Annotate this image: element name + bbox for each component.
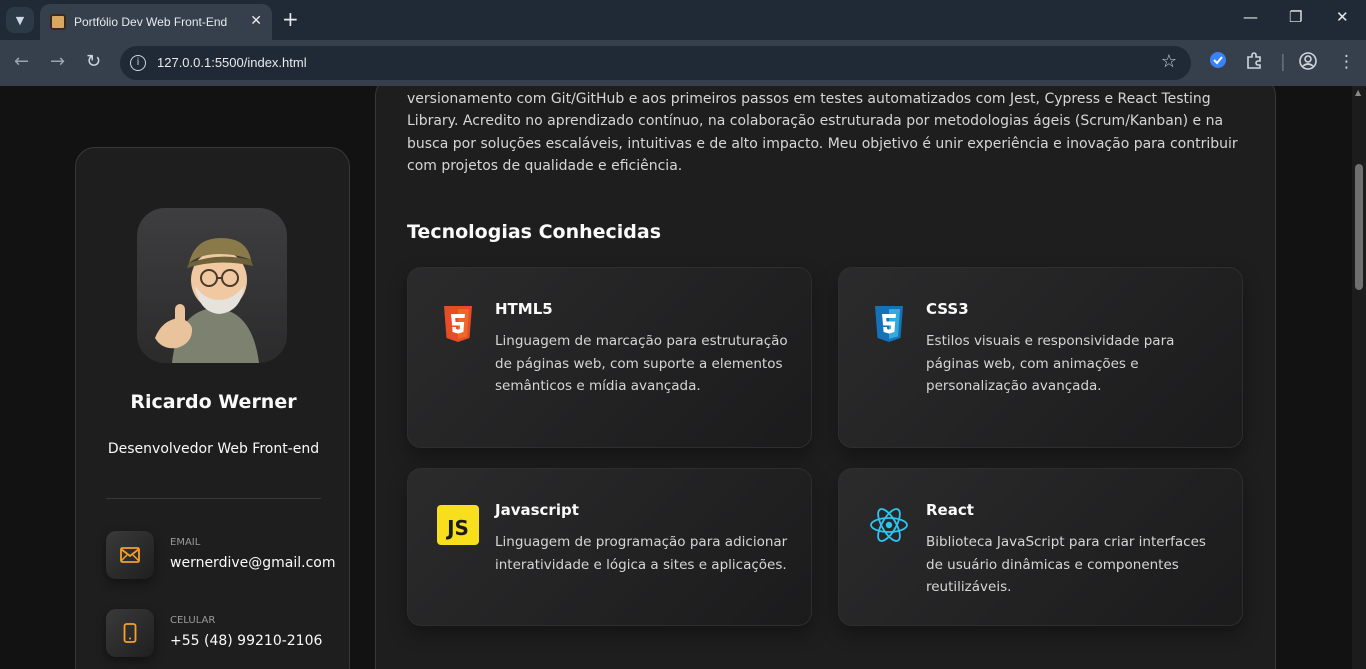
forward-icon[interactable]: → <box>50 52 65 72</box>
mail-icon <box>106 531 154 579</box>
about-article: Trago um olhar analítico desenvolvido ao… <box>375 86 1276 669</box>
page-viewport: Ricardo Werner Desenvolvedor Web Front-e… <box>0 86 1366 669</box>
menu-dots-icon[interactable]: ⋮ <box>1338 51 1355 73</box>
minimize-icon[interactable]: — <box>1243 8 1258 26</box>
new-tab-button[interactable]: + <box>282 8 299 30</box>
contact-label: EMAIL <box>170 537 201 548</box>
contact-phone: CELULAR +55 (48) 99210-2106 <box>106 609 346 657</box>
css3-icon <box>867 302 911 346</box>
contact-label: CELULAR <box>170 615 216 626</box>
contact-email: EMAIL wernerdive@gmail.com <box>106 531 346 579</box>
tech-card-description: Linguagem de marcação para estruturação … <box>495 333 788 394</box>
tech-card-description: Estilos visuais e responsividade para pá… <box>926 333 1175 394</box>
tech-card-title: React <box>926 501 974 519</box>
tech-card-title: CSS3 <box>926 300 969 318</box>
html5-icon <box>436 302 480 346</box>
tech-card-react: React Biblioteca JavaScript para criar i… <box>838 468 1243 626</box>
restore-icon[interactable]: ❐ <box>1289 8 1302 26</box>
tech-card-description: Linguagem de programação para adicionar … <box>495 534 788 573</box>
close-tab-icon[interactable]: ✕ <box>250 13 262 29</box>
javascript-icon: JS <box>436 503 480 547</box>
tech-card-javascript: JS Javascript Linguagem de programação p… <box>407 468 812 626</box>
tech-card-title: Javascript <box>495 501 579 519</box>
back-icon[interactable]: ← <box>14 52 29 72</box>
tech-section-title: Tecnologias Conhecidas <box>407 221 662 243</box>
svg-text:JS: JS <box>445 516 469 540</box>
profile-icon[interactable] <box>1298 51 1318 77</box>
avatar-illustration <box>155 238 259 363</box>
browser-toolbar: ← → ↻ i 127.0.0.1:5500/index.html ☆ | ⋮ <box>0 40 1366 86</box>
profile-name: Ricardo Werner <box>130 391 297 413</box>
browser-tab-bar: ▼ Portfólio Dev Web Front-End ✕ + — ❐ ✕ <box>0 0 1366 40</box>
favicon-icon <box>50 14 66 30</box>
phone-link[interactable]: +55 (48) 99210-2106 <box>170 633 322 649</box>
tab-title: Portfólio Dev Web Front-End <box>74 15 228 29</box>
browser-tab[interactable]: Portfólio Dev Web Front-End ✕ <box>40 4 272 40</box>
sidebar-divider <box>106 498 321 499</box>
page-scrollbar[interactable]: ▲ <box>1352 86 1366 669</box>
scroll-thumb[interactable] <box>1355 164 1363 290</box>
tech-card-css3: CSS3 Estilos visuais e responsividade pa… <box>838 267 1243 448</box>
extensions-puzzle-icon[interactable] <box>1244 51 1264 77</box>
tab-search-button[interactable]: ▼ <box>6 7 34 33</box>
close-window-icon[interactable]: ✕ <box>1336 8 1349 26</box>
bookmark-star-icon[interactable]: ☆ <box>1161 51 1177 72</box>
extension-icon[interactable] <box>1209 51 1227 75</box>
address-bar[interactable]: i 127.0.0.1:5500/index.html ☆ <box>120 46 1191 80</box>
about-paragraph: Trago um olhar analítico desenvolvido ao… <box>407 90 1238 175</box>
profile-sidebar: Ricardo Werner Desenvolvedor Web Front-e… <box>75 147 350 669</box>
toolbar-divider: | <box>1280 52 1286 72</box>
tech-card-title: HTML5 <box>495 300 553 318</box>
avatar <box>137 208 287 363</box>
site-info-icon[interactable]: i <box>130 55 146 71</box>
scroll-up-icon[interactable]: ▲ <box>1355 88 1361 97</box>
phone-icon <box>106 609 154 657</box>
profile-role: Desenvolvedor Web Front-end <box>107 441 320 457</box>
reload-icon[interactable]: ↻ <box>86 52 101 72</box>
tech-card-html5: HTML5 Linguagem de marcação para estrutu… <box>407 267 812 448</box>
react-icon <box>867 503 911 547</box>
url-text[interactable]: 127.0.0.1:5500/index.html <box>157 55 307 70</box>
tech-card-description: Biblioteca JavaScript para criar interfa… <box>926 534 1206 595</box>
email-link[interactable]: wernerdive@gmail.com <box>170 555 335 571</box>
